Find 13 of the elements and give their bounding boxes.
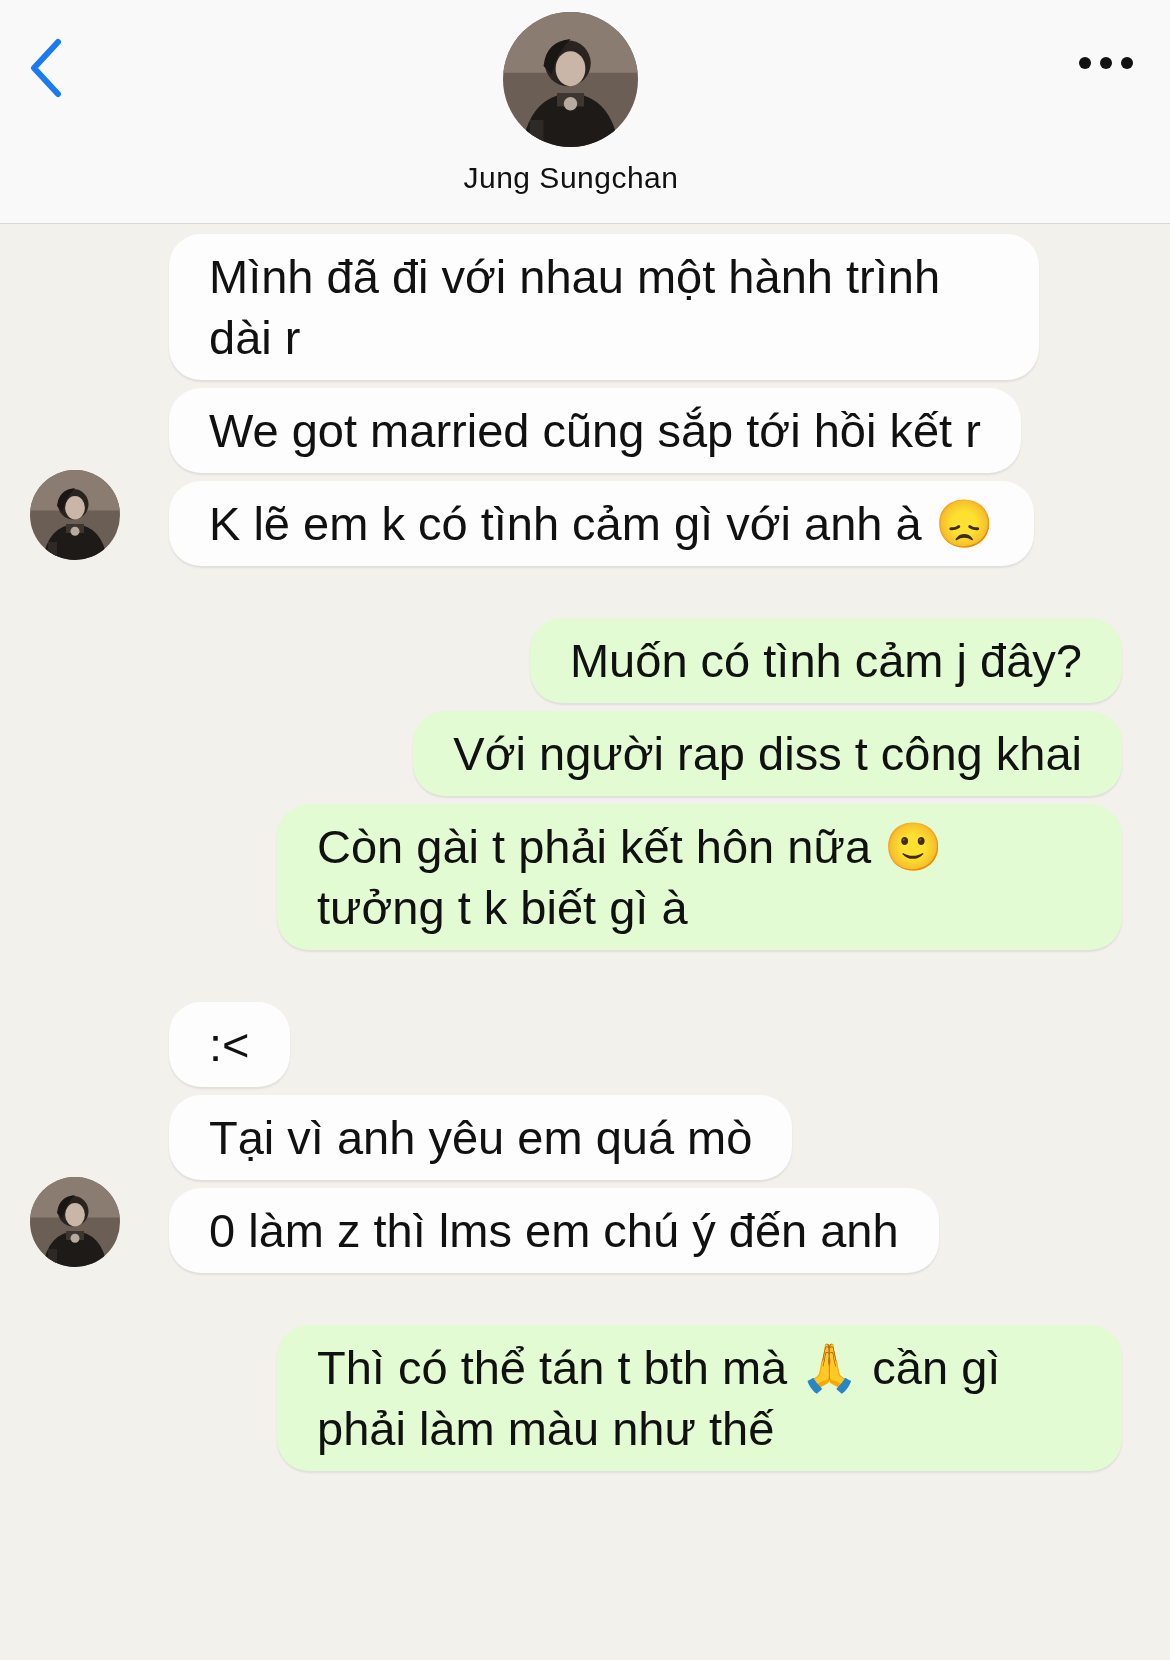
more-icon[interactable] [1078, 56, 1134, 70]
message-bubble: Muốn có tình cảm j đây? [529, 618, 1122, 703]
message-bubble: Với người rap diss t công khai [413, 711, 1122, 796]
message-bubble: We got married cũng sắp tới hồi kết r [169, 388, 1021, 473]
message-bubble: Mình đã đi với nhau một hành trình dài r [169, 234, 1039, 380]
back-icon[interactable] [28, 38, 64, 98]
message-bubble: 0 làm z thì lms em chú ý đến anh [169, 1188, 939, 1273]
message-bubble: K lẽ em k có tình cảm gì với anh à 😞 [169, 481, 1034, 566]
message-bubble: Tại vì anh yêu em quá mò [169, 1095, 793, 1180]
message-bubble: Thì có thể tán t bth mà 🙏 cần gì phải làm màu như thế [277, 1325, 1122, 1471]
contact-name: Jung Sungchan [463, 161, 679, 195]
message-bubble: :< [169, 1002, 290, 1087]
message-bubble: Còn gài t phải kết hôn nữa 🙂 tưởng t k biết gì à [277, 804, 1122, 950]
